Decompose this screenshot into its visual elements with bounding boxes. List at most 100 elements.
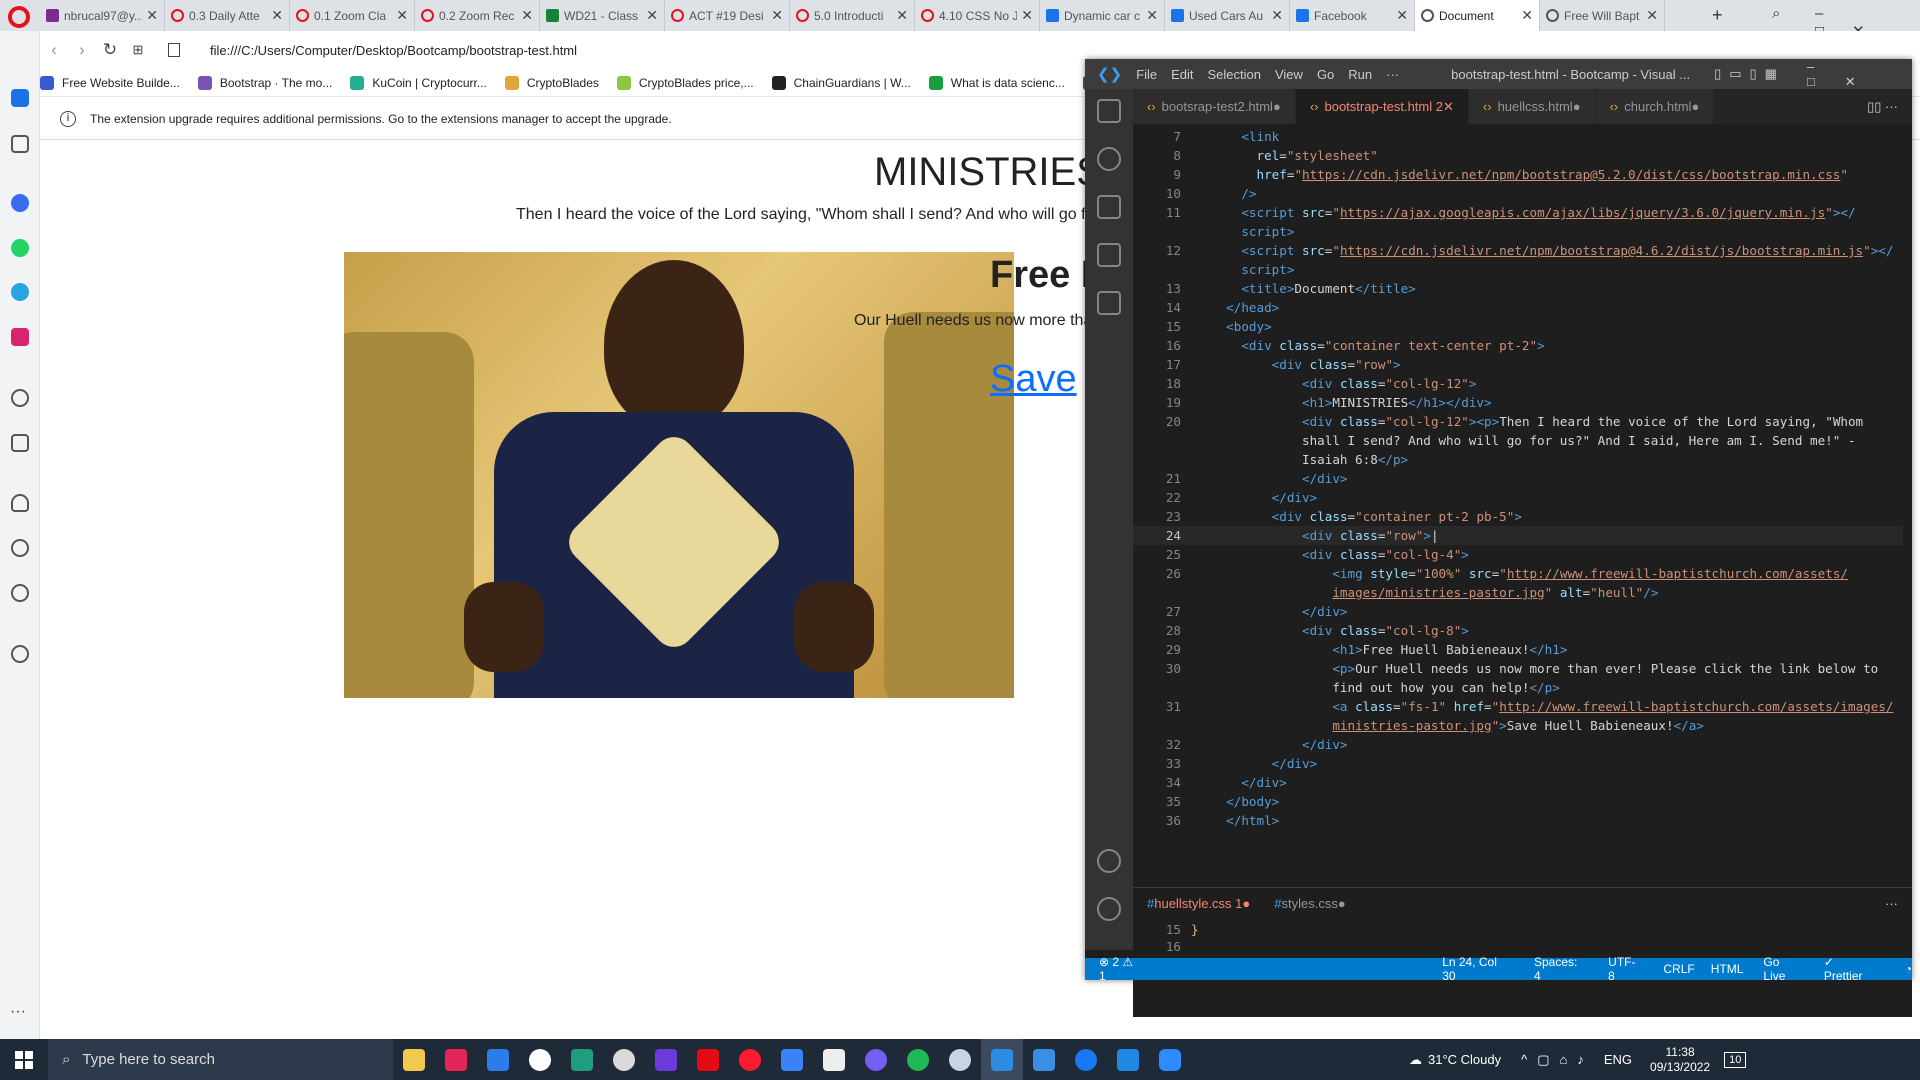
- url-input[interactable]: file:///C:/Users/Computer/Desktop/Bootca…: [210, 43, 577, 58]
- more-icon[interactable]: ···: [10, 1003, 26, 1021]
- telegram-icon[interactable]: [11, 283, 29, 301]
- unsaved-dot-icon[interactable]: ●: [1573, 99, 1581, 114]
- bookmarks-icon[interactable]: [11, 135, 29, 153]
- panel-more-icon[interactable]: ···: [1885, 896, 1898, 911]
- heart-icon[interactable]: [11, 494, 29, 512]
- close-icon[interactable]: ✕: [1521, 7, 1533, 24]
- editor-tab[interactable]: ‹› bootsrap-test2.html ●: [1133, 89, 1296, 124]
- panel-code[interactable]: 15} 16: [1133, 922, 1199, 956]
- explorer-icon[interactable]: [1097, 99, 1121, 123]
- cursor-position[interactable]: Ln 24, Col 30: [1442, 955, 1512, 983]
- close-icon[interactable]: ✕: [646, 7, 658, 24]
- browser-tab[interactable]: WD21 - Class ✕: [540, 0, 665, 31]
- indentation[interactable]: Spaces: 4: [1534, 955, 1586, 983]
- tabs-grid-icon[interactable]: ⊞: [124, 42, 152, 58]
- tab-search-icon[interactable]: ⌕: [1772, 5, 1780, 22]
- browser-tab[interactable]: 0.2 Zoom Rec ✕: [415, 0, 540, 31]
- problems-count[interactable]: ⊗ 2 ⚠ 1: [1099, 955, 1142, 983]
- go-live-button[interactable]: Go Live: [1763, 955, 1803, 983]
- browser-tab[interactable]: Free Will Bapt ✕: [1540, 0, 1665, 31]
- browser-tab[interactable]: 0.3 Daily Atte ✕: [165, 0, 290, 31]
- browser-tab[interactable]: Facebook ✕: [1290, 0, 1415, 31]
- unsaved-dot-icon[interactable]: ●: [1691, 99, 1699, 114]
- tray-icons[interactable]: ^▢⌂♪: [1521, 1052, 1594, 1068]
- close-icon[interactable]: ✕: [271, 7, 283, 24]
- vscode-taskbar-icon[interactable]: [981, 1039, 1023, 1080]
- source-control-icon[interactable]: [1097, 195, 1121, 219]
- bookmark-item[interactable]: What is data scienc...: [928, 75, 1065, 90]
- bookmark-item[interactable]: ChainGuardians | W...: [771, 75, 911, 90]
- zoom-icon[interactable]: [1149, 1039, 1191, 1080]
- messenger-icon[interactable]: [11, 194, 29, 212]
- line-ending[interactable]: CRLF: [1663, 962, 1694, 976]
- browser-tab[interactable]: ACT #19 Desi ✕: [665, 0, 790, 31]
- close-icon[interactable]: ✕: [1271, 7, 1283, 24]
- browser-tab[interactable]: Document ✕: [1415, 0, 1540, 31]
- browser-tab[interactable]: nbrucal97@y... ✕: [40, 0, 165, 31]
- instagram-icon[interactable]: [11, 328, 29, 346]
- app-icon-3[interactable]: [519, 1039, 561, 1080]
- forward-icon[interactable]: ›: [68, 40, 96, 60]
- history-icon[interactable]: [11, 539, 29, 557]
- menu-item[interactable]: Go: [1317, 67, 1334, 82]
- bookmark-item[interactable]: KuCoin | Cryptocurr...: [350, 75, 487, 90]
- spotify-icon[interactable]: [897, 1039, 939, 1080]
- close-icon[interactable]: ✕: [146, 7, 158, 24]
- browser-tab[interactable]: Used Cars Au ✕: [1165, 0, 1290, 31]
- bookmark-item[interactable]: CryptoBlades: [504, 75, 599, 90]
- extensions-icon[interactable]: [1097, 291, 1121, 315]
- weather-text[interactable]: 31°C Cloudy: [1428, 1052, 1501, 1067]
- editor-tab[interactable]: ‹› church.html ●: [1595, 89, 1715, 124]
- close-icon[interactable]: ✕: [1021, 7, 1033, 24]
- app-icon-7[interactable]: [771, 1039, 813, 1080]
- browser-tab[interactable]: 0.1 Zoom Cla ✕: [290, 0, 415, 31]
- steam-icon[interactable]: [939, 1039, 981, 1080]
- run-debug-icon[interactable]: [1097, 243, 1121, 267]
- taskbar-search[interactable]: ⌕ Type here to search: [48, 1039, 393, 1080]
- notification-count[interactable]: 10: [1724, 1051, 1747, 1068]
- menu-item[interactable]: Run: [1348, 67, 1372, 82]
- language-indicator[interactable]: ENG: [1604, 1052, 1632, 1067]
- whatsapp-icon[interactable]: [11, 239, 29, 257]
- netflix-icon[interactable]: [687, 1039, 729, 1080]
- app-icon-8[interactable]: [813, 1039, 855, 1080]
- editor-tab[interactable]: ‹› huellcss.html ●: [1468, 89, 1596, 124]
- home-icon[interactable]: [11, 89, 29, 107]
- menu-item[interactable]: File: [1136, 67, 1157, 82]
- search-icon[interactable]: [1097, 147, 1121, 171]
- player-icon[interactable]: [11, 389, 29, 407]
- notifications-bell-icon[interactable]: ◔: [1905, 962, 1912, 976]
- browser-tab[interactable]: Dynamic car c ✕: [1040, 0, 1165, 31]
- app-icon-6[interactable]: [645, 1039, 687, 1080]
- app-icon-5[interactable]: [603, 1039, 645, 1080]
- layout-icons[interactable]: ▯▭▯▦: [1714, 66, 1785, 82]
- bookmark-item[interactable]: Free Website Builde...: [40, 75, 180, 90]
- close-icon[interactable]: ✕: [1443, 99, 1454, 115]
- send-icon[interactable]: [11, 434, 29, 452]
- close-icon[interactable]: ✕: [771, 7, 783, 24]
- close-icon[interactable]: ✕: [1396, 7, 1408, 24]
- bookmark-item[interactable]: CryptoBlades price,...: [616, 75, 754, 90]
- manage-gear-icon[interactable]: [1097, 897, 1121, 921]
- language-mode[interactable]: HTML: [1711, 962, 1744, 976]
- browser-tab[interactable]: 5.0 Introducti ✕: [790, 0, 915, 31]
- prettier-status[interactable]: ✓ Prettier: [1824, 955, 1875, 983]
- vscode-window-controls[interactable]: –□✕: [1807, 59, 1912, 90]
- encoding[interactable]: UTF-8: [1608, 955, 1641, 983]
- menu-item[interactable]: Edit: [1171, 67, 1193, 82]
- opera-taskbar-icon[interactable]: [729, 1039, 771, 1080]
- bookmark-item[interactable]: Bootstrap · The mo...: [197, 75, 332, 90]
- opera-logo-icon[interactable]: [8, 6, 30, 28]
- menu-item[interactable]: ···: [1386, 67, 1399, 82]
- lightbulb-icon[interactable]: [11, 645, 29, 663]
- menu-item[interactable]: View: [1275, 67, 1303, 82]
- settings-icon[interactable]: [11, 584, 29, 602]
- menu-item[interactable]: Selection: [1208, 67, 1261, 82]
- mail-icon[interactable]: [1107, 1039, 1149, 1080]
- app-icon-10[interactable]: [1065, 1039, 1107, 1080]
- account-icon[interactable]: [1097, 849, 1121, 873]
- windows-start-icon[interactable]: [0, 1039, 48, 1080]
- save-huell-link[interactable]: Save: [990, 358, 1077, 401]
- app-icon-4[interactable]: [561, 1039, 603, 1080]
- close-icon[interactable]: ✕: [521, 7, 533, 24]
